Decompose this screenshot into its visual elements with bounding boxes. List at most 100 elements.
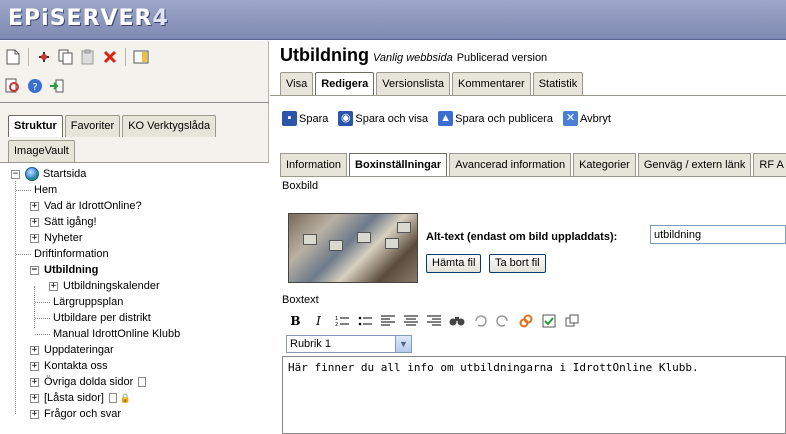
preview-icon[interactable] bbox=[4, 77, 22, 95]
delete-icon[interactable] bbox=[101, 48, 119, 66]
toolbar-divider bbox=[0, 102, 269, 103]
tree-node[interactable]: + Sätt igång! bbox=[30, 214, 97, 230]
help-icon[interactable]: ? bbox=[26, 77, 44, 95]
tree-node[interactable]: + [Låsta sidor] 🔒 bbox=[30, 390, 131, 406]
format-select[interactable]: Rubrik 1 ▼ bbox=[286, 335, 412, 353]
monitor-shape bbox=[385, 238, 399, 249]
expand-icon[interactable]: + bbox=[49, 281, 58, 291]
episerver-logo: EPiSERVER4 bbox=[8, 6, 169, 31]
tab-visa[interactable]: Visa bbox=[280, 72, 314, 95]
tab-versionslista[interactable]: Versionslista bbox=[376, 72, 451, 95]
tab-ko-verktygslada[interactable]: KO Verktygslåda bbox=[122, 115, 217, 137]
action-bar: ▪ Spara ◉ Spara och visa ▲ Spara och public… bbox=[282, 111, 611, 126]
box-image-label: Boxbild bbox=[282, 180, 319, 192]
tree-node[interactable]: Utbildare per distrikt bbox=[35, 310, 151, 326]
numbered-list-icon[interactable]: 12 bbox=[332, 311, 351, 330]
tree-node-label: Driftinformation bbox=[34, 248, 109, 260]
paste-icon[interactable] bbox=[79, 48, 97, 66]
tree-node[interactable]: + Övriga dolda sidor bbox=[30, 374, 147, 390]
tab-redigera[interactable]: Redigera bbox=[315, 72, 375, 95]
tab-kommentarer[interactable]: Kommentarer bbox=[452, 72, 531, 95]
tab-genvag-extern-lank[interactable]: Genväg / extern länk bbox=[637, 153, 752, 176]
expand-icon[interactable]: + bbox=[30, 201, 39, 211]
tree-node-label: Sätt igång! bbox=[44, 216, 97, 228]
save-and-publish-button[interactable]: ▲ Spara och publicera bbox=[438, 111, 553, 126]
expand-icon[interactable]: + bbox=[30, 377, 39, 387]
collapse-icon[interactable]: − bbox=[30, 265, 39, 275]
chevron-down-icon[interactable]: ▼ bbox=[395, 336, 411, 352]
alt-text-input[interactable] bbox=[650, 225, 786, 244]
tab-rf-a[interactable]: RF A bbox=[753, 153, 786, 176]
italic-icon[interactable]: I bbox=[309, 311, 328, 330]
align-right-icon[interactable] bbox=[424, 311, 443, 330]
page-title: Utbildning bbox=[280, 45, 369, 65]
tree-node-selected[interactable]: − Utbildning bbox=[30, 262, 98, 278]
tab-favoriter[interactable]: Favoriter bbox=[64, 115, 121, 137]
expand-icon[interactable]: + bbox=[30, 233, 39, 243]
save-and-publish-label: Spara och publicera bbox=[455, 112, 553, 125]
tab-boxinstallningar[interactable]: Boxinställningar bbox=[349, 153, 448, 176]
remove-file-button[interactable]: Ta bort fil bbox=[489, 254, 546, 273]
export-icon[interactable] bbox=[48, 77, 66, 95]
redo-icon[interactable] bbox=[493, 311, 512, 330]
spellcheck-icon[interactable] bbox=[539, 311, 558, 330]
tree-node-label: [Låsta sidor] bbox=[44, 392, 104, 404]
align-left-icon[interactable] bbox=[378, 311, 397, 330]
format-select-value: Rubrik 1 bbox=[290, 338, 331, 350]
new-page-icon[interactable] bbox=[4, 48, 22, 66]
tree-node[interactable]: Manual IdrottOnline Klubb bbox=[35, 326, 180, 342]
tab-imagevault[interactable]: ImageVault bbox=[8, 140, 75, 162]
tree-node-label: Kontakta oss bbox=[44, 360, 108, 372]
main-tabs: Visa Redigera Versionslista Kommentarer … bbox=[280, 72, 584, 95]
tree-node-label: Utbildare per distrikt bbox=[53, 312, 151, 324]
tree-node[interactable]: + Nyheter bbox=[30, 230, 83, 246]
tab-avancerad-information[interactable]: Avancerad information bbox=[449, 153, 572, 176]
tree-node[interactable]: + Uppdateringar bbox=[30, 342, 114, 358]
copy-icon[interactable] bbox=[57, 48, 75, 66]
expand-icon[interactable]: + bbox=[30, 409, 39, 419]
undo-icon[interactable] bbox=[470, 311, 489, 330]
cancel-button[interactable]: ✕ Avbryt bbox=[562, 111, 611, 126]
expand-icon[interactable]: + bbox=[30, 217, 39, 227]
page-icon bbox=[138, 377, 147, 387]
tree-connector bbox=[35, 333, 50, 335]
globe-icon bbox=[25, 167, 39, 181]
bullet-list-icon[interactable] bbox=[355, 311, 374, 330]
panel-icon[interactable] bbox=[132, 48, 150, 66]
save-button[interactable]: ▪ Spara bbox=[282, 111, 328, 126]
tree-node[interactable]: + Vad är IdrottOnline? bbox=[30, 198, 142, 214]
tree-connector bbox=[35, 317, 50, 319]
tree-node-label: Manual IdrottOnline Klubb bbox=[53, 328, 181, 340]
tree-node[interactable]: Lärgruppsplan bbox=[35, 294, 123, 310]
move-icon[interactable] bbox=[35, 48, 53, 66]
expand-icon[interactable]: + bbox=[30, 361, 39, 371]
tab-statistik[interactable]: Statistik bbox=[532, 72, 584, 95]
tree-node[interactable]: Hem bbox=[16, 182, 57, 198]
page-type: Vanlig webbsida bbox=[372, 52, 453, 64]
find-icon[interactable] bbox=[447, 311, 466, 330]
svg-text:2: 2 bbox=[335, 322, 338, 327]
tree-node[interactable]: + Kontakta oss bbox=[30, 358, 108, 374]
align-center-icon[interactable] bbox=[401, 311, 420, 330]
box-text-editor[interactable]: Här finner du all info om utbildningarna… bbox=[282, 356, 786, 434]
tree-node-root[interactable]: − Startsida bbox=[11, 166, 86, 182]
page-tree: − Startsida Hem + Vad är IdrottOnline? + S… bbox=[0, 162, 269, 434]
expand-icon[interactable]: + bbox=[30, 393, 39, 403]
save-icon: ▪ bbox=[282, 111, 297, 126]
bold-icon[interactable]: B bbox=[286, 311, 305, 330]
save-and-view-button[interactable]: ◉ Spara och visa bbox=[338, 111, 428, 126]
tab-information[interactable]: Information bbox=[280, 153, 348, 176]
tab-struktur[interactable]: Struktur bbox=[8, 115, 63, 137]
tree-node[interactable]: + Utbildningskalender bbox=[49, 278, 160, 294]
toolbar-separator bbox=[125, 48, 126, 66]
tab-kategorier[interactable]: Kategorier bbox=[573, 153, 636, 176]
link-icon[interactable] bbox=[516, 311, 535, 330]
tree-line bbox=[15, 181, 16, 414]
fetch-file-button[interactable]: Hämta fil bbox=[426, 254, 482, 273]
tree-node[interactable]: Driftinformation bbox=[16, 246, 109, 262]
collapse-icon[interactable]: − bbox=[11, 169, 20, 179]
fullscreen-icon[interactable] bbox=[562, 311, 581, 330]
expand-icon[interactable]: + bbox=[30, 345, 39, 355]
version-status: Publicerad version bbox=[456, 52, 548, 64]
tree-node[interactable]: + Frågor och svar bbox=[30, 406, 121, 422]
